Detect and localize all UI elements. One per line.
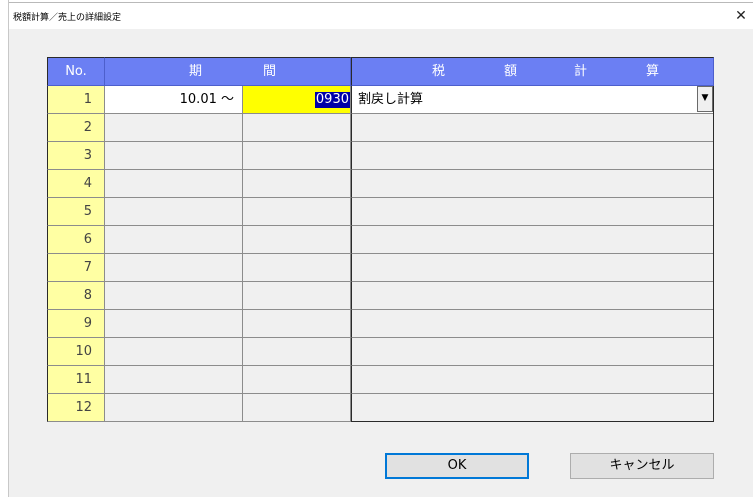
close-icon[interactable]: ✕: [729, 3, 753, 29]
header-period-left: 期: [189, 64, 203, 79]
header-calc-char-4: 算: [646, 64, 660, 79]
period-end-cell[interactable]: [243, 394, 351, 422]
tax-calc-cell[interactable]: [351, 142, 714, 170]
period-end-selected-text: 0930: [314, 92, 350, 108]
tax-calc-cell[interactable]: [351, 170, 714, 198]
period-end-cell[interactable]: [243, 366, 351, 394]
row-number: 8: [47, 282, 105, 310]
period-end-cell[interactable]: [243, 170, 351, 198]
period-start-cell[interactable]: [105, 142, 243, 170]
period-start-cell[interactable]: [105, 366, 243, 394]
period-end-cell[interactable]: [243, 338, 351, 366]
tax-calc-cell[interactable]: 割戻し計算 ▼: [351, 86, 714, 114]
row-number: 11: [47, 366, 105, 394]
period-start-cell[interactable]: [105, 394, 243, 422]
row-number: 2: [47, 114, 105, 142]
period-start-cell[interactable]: [105, 170, 243, 198]
period-start-cell[interactable]: [105, 282, 243, 310]
ok-button[interactable]: OK: [385, 453, 529, 479]
tax-calc-cell[interactable]: [351, 394, 714, 422]
cancel-button[interactable]: キャンセル: [570, 453, 714, 479]
tax-calc-cell[interactable]: [351, 198, 714, 226]
period-end-cell[interactable]: [243, 310, 351, 338]
period-start-cell[interactable]: [105, 310, 243, 338]
period-end-cell[interactable]: [243, 226, 351, 254]
period-start-cell[interactable]: [105, 338, 243, 366]
header-no: No.: [47, 57, 105, 86]
header-period-right: 間: [263, 64, 277, 79]
header-calc-char-2: 額: [504, 64, 518, 79]
row-number: 12: [47, 394, 105, 422]
grid-bottom-border: [351, 421, 714, 422]
period-end-cell[interactable]: [243, 114, 351, 142]
period-start-cell[interactable]: [105, 254, 243, 282]
tax-calc-cell[interactable]: [351, 366, 714, 394]
period-start-cell[interactable]: [105, 198, 243, 226]
window-title: 税額計算／売上の詳細設定: [13, 13, 122, 23]
header-calc-char-1: 税: [432, 64, 446, 79]
period-end-cell[interactable]: [243, 254, 351, 282]
row-number: 3: [47, 142, 105, 170]
tax-calc-cell[interactable]: [351, 282, 714, 310]
header-period: 期 間: [105, 57, 351, 86]
row-number: 1: [47, 86, 105, 114]
header-tax-calculation: 税 額 計 算: [351, 57, 714, 86]
tax-calc-cell[interactable]: [351, 254, 714, 282]
tax-calc-cell[interactable]: [351, 310, 714, 338]
period-start-cell[interactable]: [105, 226, 243, 254]
row-number: 6: [47, 226, 105, 254]
window-left-border: [0, 0, 9, 497]
row-number: 5: [47, 198, 105, 226]
row-number: 9: [47, 310, 105, 338]
period-end-cell[interactable]: [243, 142, 351, 170]
tax-calc-text: 割戻し計算: [358, 92, 424, 107]
period-start-cell[interactable]: [105, 114, 243, 142]
period-end-cell[interactable]: 0930: [243, 86, 351, 114]
chevron-down-icon[interactable]: ▼: [697, 86, 713, 112]
period-start-cell[interactable]: 10.01 ～: [105, 86, 243, 114]
title-bar[interactable]: 税額計算／売上の詳細設定 ✕: [9, 3, 753, 29]
header-calc-char-3: 計: [574, 64, 588, 79]
period-end-cell[interactable]: [243, 198, 351, 226]
period-end-cell[interactable]: [243, 282, 351, 310]
row-number: 4: [47, 170, 105, 198]
tax-calc-cell[interactable]: [351, 114, 714, 142]
row-number: 10: [47, 338, 105, 366]
dialog-window: 税額計算／売上の詳細設定 ✕ No. 期 間 税 額 計 算 1 10.01 ～ 0…: [0, 0, 753, 497]
tax-calc-cell[interactable]: [351, 338, 714, 366]
grid-right-border: [713, 86, 714, 422]
tax-calc-cell[interactable]: [351, 226, 714, 254]
period-start-text: 10.01 ～: [179, 92, 234, 107]
row-number: 7: [47, 254, 105, 282]
